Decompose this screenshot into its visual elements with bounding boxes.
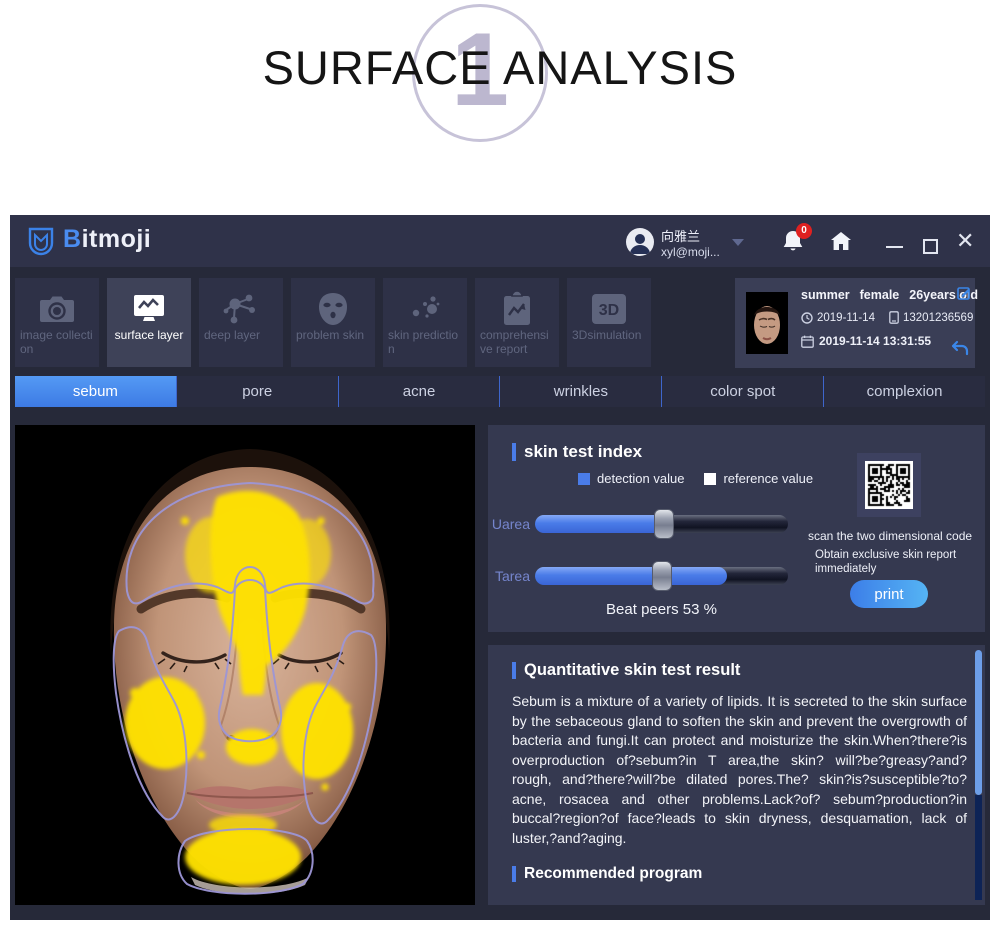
print-button[interactable]: print (850, 580, 928, 608)
slider-tarea-thumb[interactable] (652, 561, 672, 591)
patient-summary: summer female 26years old (801, 288, 957, 302)
toolbar-item-image-collection[interactable]: image collection (15, 278, 99, 367)
quantitative-body-text: Sebum is a mixture of a variety of lipid… (512, 692, 967, 848)
clock-icon (801, 312, 813, 324)
scrollbar-thumb[interactable] (975, 650, 982, 795)
toolbar-item-comprehensive-report[interactable]: comprehensive report (475, 278, 559, 367)
detection-swatch (578, 473, 590, 485)
patient-photo[interactable] (746, 292, 788, 354)
avatar[interactable] (626, 228, 654, 256)
qr-code-image (865, 461, 913, 509)
app-logo-icon (26, 226, 56, 256)
patient-phone: 13201236569 (903, 312, 973, 324)
tab-color-spot[interactable]: color spot (661, 376, 823, 407)
notification-badge: 0 (796, 223, 812, 239)
legend: detection value reference value (578, 471, 823, 486)
beat-peers-text: Beat peers 53 % (535, 601, 788, 618)
patient-gender: female (860, 288, 900, 302)
tab-sebum[interactable]: sebum (15, 376, 176, 407)
slider-tarea-fill (535, 567, 727, 585)
skin-test-index-panel: skin test index detection value referenc… (488, 425, 985, 632)
tab-pore[interactable]: pore (176, 376, 338, 407)
scrollbar-track[interactable] (975, 795, 982, 900)
slider-uarea-label: Uarea (488, 516, 530, 532)
face-analysis-image (15, 425, 475, 905)
page: 1 SURFACE ANALYSIS Bitmoji 向雅兰 xyl@moji.… (0, 0, 1000, 948)
slider-uarea-thumb[interactable] (654, 509, 674, 539)
slider-tarea-track[interactable] (535, 567, 788, 585)
heading-accent-bar (512, 443, 516, 461)
toolbar-item-skin-prediction[interactable]: skin prediction (383, 278, 467, 367)
edit-icon[interactable] (957, 286, 971, 300)
heading-accent-bar (512, 662, 516, 679)
slider-uarea-track[interactable] (535, 515, 788, 533)
patient-season: summer (801, 288, 850, 302)
calendar-icon (801, 335, 814, 348)
app-name: Bitmoji (63, 225, 151, 254)
user-name: 向雅兰 (661, 226, 700, 245)
quantitative-heading: Quantitative skin test result (512, 660, 740, 680)
scrollbar (975, 650, 982, 900)
chevron-down-icon[interactable] (732, 239, 744, 246)
tab-acne[interactable]: acne (338, 376, 500, 407)
slider-tarea-label: Tarea (488, 568, 530, 584)
scatter-dots-icon (408, 290, 442, 328)
analysis-tabs: sebum pore acne wrinkles color spot comp… (15, 376, 985, 407)
molecule-icon (223, 290, 259, 328)
skin-test-index-heading: skin test index (512, 442, 642, 462)
toolbar-item-problem-skin[interactable]: problem skin (291, 278, 375, 367)
toolbar-item-surface-layer[interactable]: surface layer (107, 278, 191, 367)
quantitative-result-panel: Quantitative skin test result Sebum is a… (488, 645, 985, 905)
patient-info-panel: summer female 26years old 2019-11-14 132… (735, 278, 975, 368)
patient-date-phone: 2019-11-14 13201236569 (801, 311, 973, 324)
toolbar-item-deep-layer[interactable]: deep layer (199, 278, 283, 367)
user-icon (626, 228, 654, 256)
svg-text:3D: 3D (599, 302, 619, 319)
recommended-program-heading: Recommended program (512, 864, 702, 883)
tab-wrinkles[interactable]: wrinkles (499, 376, 661, 407)
test-datetime: 2019-11-14 13:31:55 (819, 334, 931, 348)
maximize-button[interactable] (923, 239, 938, 254)
heading-accent-bar (512, 866, 516, 882)
slider-uarea: Uarea (488, 509, 798, 539)
toolbar-item-3d-simulation[interactable]: 3D 3Dsimulation (567, 278, 651, 367)
legend-reference: reference value (704, 471, 813, 486)
app-window: Bitmoji 向雅兰 xyl@moji... 0 ✕ (10, 215, 990, 920)
qr-scan-text: scan the two dimensional code (795, 529, 985, 543)
3d-box-icon: 3D (590, 290, 628, 328)
reference-swatch (704, 473, 716, 485)
test-date: 2019-11-14 (817, 312, 875, 324)
return-arrow-icon[interactable] (951, 340, 969, 356)
tab-complexion[interactable]: complexion (823, 376, 985, 407)
page-title: SURFACE ANALYSIS (0, 40, 1000, 95)
qr-obtain-text: Obtain exclusive skin report immediately (815, 548, 985, 576)
phone-icon (889, 311, 899, 324)
close-button[interactable]: ✕ (956, 228, 974, 254)
legend-detection: detection value (578, 471, 684, 486)
titlebar: Bitmoji 向雅兰 xyl@moji... 0 ✕ (10, 215, 990, 267)
slider-tarea: Tarea (488, 561, 798, 591)
face-mask-icon (316, 290, 350, 328)
minimize-button[interactable] (886, 246, 903, 248)
user-email: xyl@moji... (661, 245, 720, 259)
patient-datetime-row: 2019-11-14 13:31:55 (801, 334, 931, 348)
report-clipboard-icon (501, 290, 533, 328)
slider-uarea-fill (535, 515, 667, 533)
home-icon[interactable] (830, 231, 852, 251)
qr-code (857, 453, 921, 517)
monitor-chart-icon (130, 290, 168, 328)
camera-icon (39, 290, 75, 328)
